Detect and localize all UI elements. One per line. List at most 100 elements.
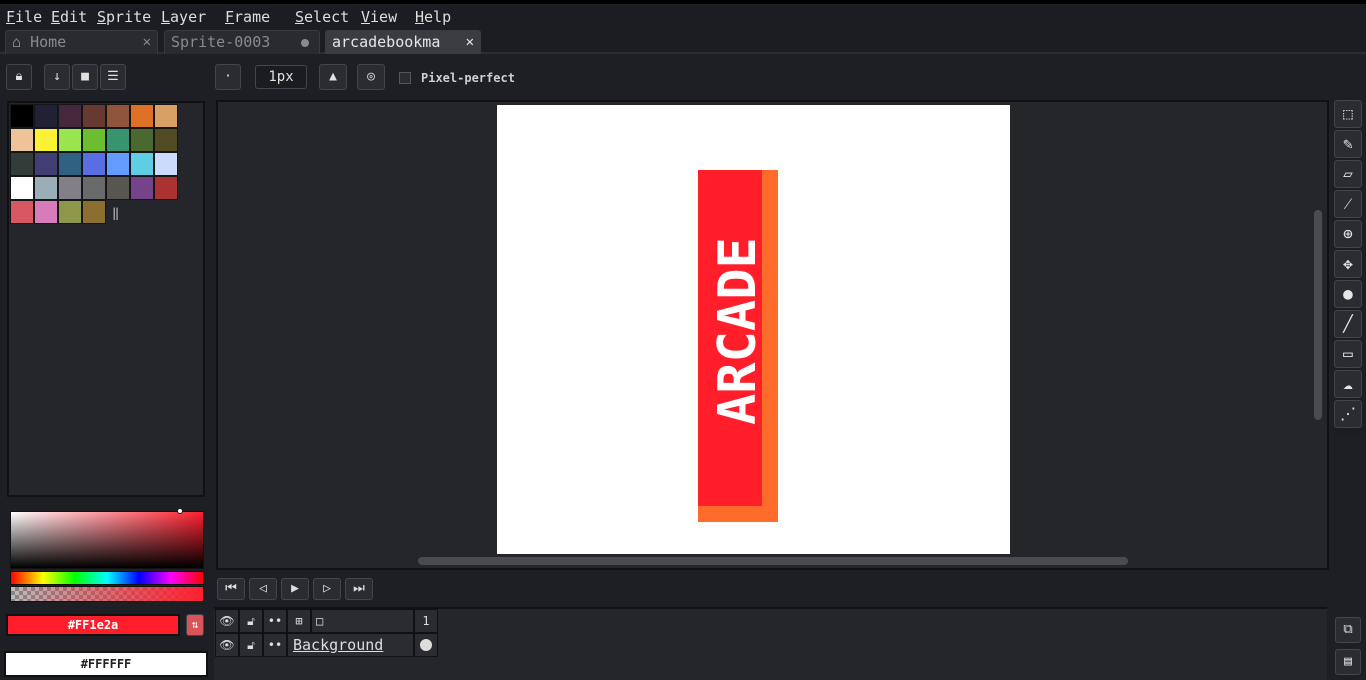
- tab-home[interactable]: ⌂ Home ✕: [5, 30, 158, 54]
- next-frame-icon[interactable]: ▷: [313, 578, 341, 600]
- palette-swatch[interactable]: [10, 128, 34, 152]
- palette-swatch[interactable]: [82, 176, 106, 200]
- palette-swatch[interactable]: [154, 128, 178, 152]
- palette-swatch[interactable]: [58, 200, 82, 224]
- options-icon[interactable]: ☰: [100, 64, 126, 90]
- palette-swatch[interactable]: [130, 152, 154, 176]
- color-saturation-value-picker[interactable]: [10, 508, 204, 569]
- menu-layer[interactable]: Layer: [161, 8, 206, 26]
- palette-swatch[interactable]: [82, 104, 106, 128]
- palette-swatch[interactable]: [34, 200, 58, 224]
- palette-swatch[interactable]: [106, 176, 130, 200]
- eyedropper-icon[interactable]: ⁄: [1334, 190, 1362, 218]
- palette-swatch[interactable]: [10, 176, 34, 200]
- palette-swatch[interactable]: [106, 152, 130, 176]
- line-icon[interactable]: ╱: [1334, 310, 1362, 338]
- tab-sprite-0003[interactable]: Sprite-0003: [164, 30, 320, 54]
- cel-keyframe[interactable]: [414, 633, 438, 657]
- menu-frame[interactable]: Frame: [225, 8, 270, 26]
- visibility-header-icon[interactable]: 👁︎: [215, 609, 239, 633]
- foreground-color-button[interactable]: #FF1e2a: [6, 614, 180, 636]
- palette-swatch[interactable]: [34, 176, 58, 200]
- brush-size-field[interactable]: 1px: [255, 65, 307, 89]
- dynamics-icon[interactable]: ◎: [357, 64, 385, 90]
- palette-swatch[interactable]: [154, 104, 178, 128]
- rectangle-icon[interactable]: ▭: [1334, 340, 1362, 368]
- palette-swatch[interactable]: [58, 152, 82, 176]
- layer-continuous-icon[interactable]: ••: [263, 633, 287, 657]
- palette-swatch[interactable]: [106, 128, 130, 152]
- zoom-1-to-1-icon[interactable]: ⧉: [1335, 617, 1361, 643]
- alpha-slider[interactable]: [10, 586, 204, 602]
- ink-icon[interactable]: ▲: [319, 64, 347, 90]
- continuous-header-icon[interactable]: ••: [263, 609, 287, 633]
- spray-icon[interactable]: ⋰: [1334, 400, 1362, 428]
- tab-arcadebookma[interactable]: arcadebookma ✕: [325, 30, 481, 54]
- palette-swatch[interactable]: [82, 128, 106, 152]
- timeline-options-icon[interactable]: ▤: [1335, 649, 1361, 675]
- palette-swatch[interactable]: [130, 176, 154, 200]
- pencil-icon[interactable]: ✎: [1334, 130, 1362, 158]
- palette-swatch[interactable]: [154, 152, 178, 176]
- frame-header: □: [311, 609, 414, 633]
- tab-label: arcadebookma: [332, 33, 441, 51]
- lock-header-icon[interactable]: 🔓︎: [239, 609, 263, 633]
- play-icon[interactable]: ▶: [281, 578, 309, 600]
- palette-swatch[interactable]: [82, 200, 106, 224]
- tab-label: Sprite-0003: [171, 33, 271, 51]
- palette-swatch[interactable]: [10, 104, 34, 128]
- layer-lock-icon[interactable]: 🔓︎: [239, 633, 263, 657]
- brush-type-button[interactable]: ·: [215, 64, 241, 90]
- frame-number[interactable]: 1: [414, 609, 438, 633]
- modified-dot-icon: [301, 39, 309, 47]
- marquee-select-icon[interactable]: ⬚: [1334, 100, 1362, 128]
- layer-visibility-icon[interactable]: 👁︎: [215, 633, 239, 657]
- hue-slider[interactable]: [10, 571, 204, 585]
- first-frame-icon[interactable]: ⏮: [217, 578, 245, 600]
- palette-swatch[interactable]: [154, 176, 178, 200]
- palette-swatch[interactable]: [130, 104, 154, 128]
- menu-view[interactable]: View: [361, 8, 397, 26]
- menu-file[interactable]: File: [6, 8, 42, 26]
- palette-swatch[interactable]: [82, 152, 106, 176]
- menu-sprite[interactable]: Sprite: [97, 8, 151, 26]
- horizontal-scrollbar[interactable]: [418, 557, 1128, 565]
- tab-bar: ⌂ Home ✕ Sprite-0003 arcadebookma ✕: [0, 30, 1366, 54]
- palette-swatch[interactable]: [58, 128, 82, 152]
- lock-icon[interactable]: 🔒︎: [6, 64, 32, 90]
- sprite-canvas[interactable]: ARCADE: [497, 105, 1010, 554]
- palette-swatch[interactable]: [58, 176, 82, 200]
- palette-swatch[interactable]: [106, 104, 130, 128]
- sprite-artwork: ARCADE: [698, 170, 778, 522]
- close-icon[interactable]: ✕: [143, 31, 151, 53]
- layers-icon[interactable]: ⊞: [287, 609, 311, 633]
- blur-icon[interactable]: ☁: [1334, 370, 1362, 398]
- vertical-scrollbar[interactable]: [1314, 210, 1322, 420]
- palette-swatch[interactable]: [58, 104, 82, 128]
- menu-edit[interactable]: Edit: [51, 8, 87, 26]
- palette-swatch[interactable]: [34, 104, 58, 128]
- menu-select[interactable]: Select: [295, 8, 349, 26]
- swap-colors-icon[interactable]: ⇅: [186, 614, 204, 636]
- palette-resize-handle[interactable]: ‖: [112, 206, 119, 220]
- eraser-icon[interactable]: ▱: [1334, 160, 1362, 188]
- palette-swatch[interactable]: [10, 200, 34, 224]
- palette-swatch[interactable]: [130, 128, 154, 152]
- background-color-button[interactable]: #FFFFFF: [4, 651, 208, 677]
- zoom-icon[interactable]: ⊕: [1334, 220, 1362, 248]
- move-icon[interactable]: ✥: [1334, 250, 1362, 278]
- close-icon[interactable]: ✕: [466, 31, 474, 53]
- fill-bucket-icon[interactable]: ●: [1334, 280, 1362, 308]
- palette-swatch[interactable]: [10, 152, 34, 176]
- menu-help[interactable]: Help: [415, 8, 451, 26]
- layer-name[interactable]: Background: [287, 633, 414, 657]
- previous-frame-icon[interactable]: ◁: [249, 578, 277, 600]
- pixel-perfect-checkbox[interactable]: [399, 72, 411, 84]
- banner-orange-bottom: [698, 506, 778, 522]
- preset-icon[interactable]: ■: [72, 64, 98, 90]
- palette-swatch[interactable]: [34, 128, 58, 152]
- palette-swatch[interactable]: [34, 152, 58, 176]
- sv-cursor[interactable]: [177, 508, 183, 514]
- last-frame-icon[interactable]: ⏭: [345, 578, 373, 600]
- sort-palette-icon[interactable]: ↓: [44, 64, 70, 90]
